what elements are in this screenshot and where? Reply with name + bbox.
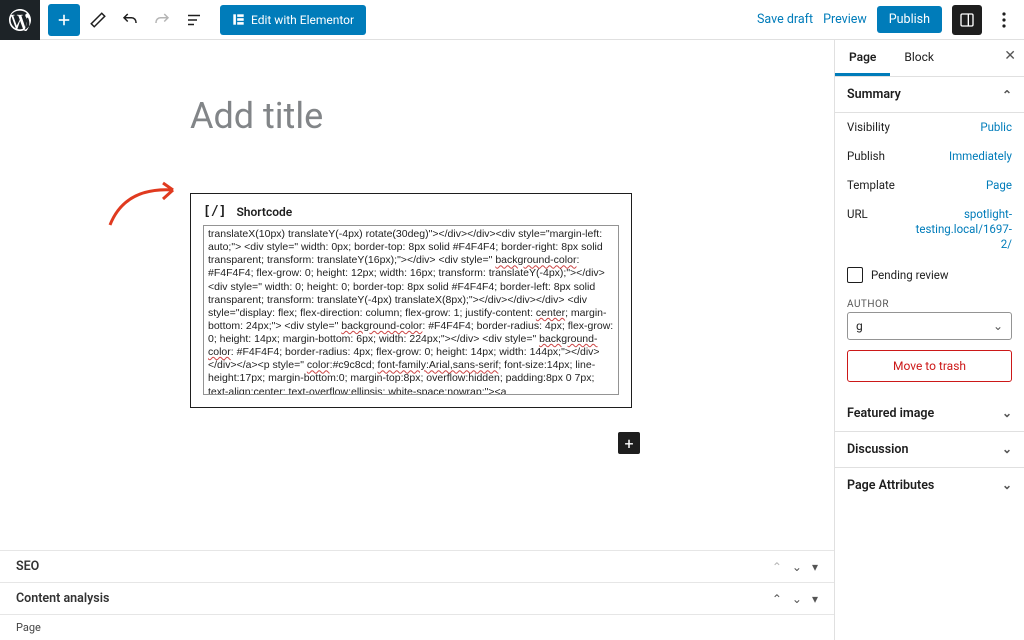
chevron-down-icon: ⌄ (1002, 442, 1012, 456)
edit-tool-icon[interactable] (84, 6, 112, 34)
template-label: Template (847, 178, 895, 193)
chevron-down-icon: ⌄ (1002, 406, 1012, 420)
pending-review-checkbox[interactable] (847, 267, 863, 283)
chevron-down-icon[interactable]: ⌄ (792, 592, 802, 606)
elementor-button-label: Edit with Elementor (251, 13, 354, 27)
pending-review-label: Pending review (871, 268, 949, 282)
undo-icon[interactable] (116, 6, 144, 34)
pending-review-row: Pending review (835, 259, 1024, 293)
seo-panel-header[interactable]: SEO ⌃ ⌄ ▾ (0, 550, 834, 582)
document-outline-icon[interactable] (180, 6, 208, 34)
visibility-row: Visibility Public (835, 113, 1024, 142)
shortcode-block-header: [/] Shortcode (203, 204, 619, 219)
add-block-inline-button[interactable]: + (618, 432, 640, 454)
settings-sidebar: Page Block ✕ Summary ⌃ Visibility Public… (834, 40, 1024, 640)
content-analysis-label: Content analysis (16, 591, 109, 606)
publish-label: Publish (847, 149, 885, 164)
publish-row: Publish Immediately (835, 142, 1024, 171)
wordpress-logo[interactable] (0, 0, 40, 40)
block-breadcrumb[interactable]: Page (0, 614, 834, 640)
summary-label: Summary (847, 87, 901, 102)
sidebar-tabs: Page Block ✕ (835, 40, 1024, 77)
close-sidebar-icon[interactable]: ✕ (1004, 48, 1016, 64)
template-row: Template Page (835, 171, 1024, 200)
author-select-value: g (856, 319, 863, 333)
seo-panel-label: SEO (16, 559, 39, 574)
attributes-label: Page Attributes (847, 478, 934, 493)
toolbar-right: Save draft Preview Publish (757, 5, 1024, 35)
featured-image-label: Featured image (847, 406, 934, 421)
summary-section-header[interactable]: Summary ⌃ (835, 77, 1024, 113)
chevron-up-icon: ⌃ (1002, 88, 1012, 102)
toolbar-left: Edit with Elementor (0, 0, 366, 39)
content-analysis-panel-header[interactable]: Content analysis ⌃ ⌄ ▾ (0, 582, 834, 614)
editor-body: Add title [/] Shortcode translateX(10px)… (0, 40, 1024, 640)
caret-down-icon[interactable]: ▾ (812, 560, 818, 574)
save-draft-button[interactable]: Save draft (757, 12, 813, 27)
visibility-value[interactable]: Public (980, 120, 1012, 135)
chevron-down-icon: ⌄ (1002, 478, 1012, 492)
shortcode-label: Shortcode (236, 205, 292, 219)
url-label: URL (847, 207, 868, 252)
attributes-section[interactable]: Page Attributes ⌄ (835, 468, 1024, 503)
move-to-trash-button[interactable]: Move to trash (847, 350, 1012, 382)
shortcode-icon: [/] (203, 204, 226, 219)
top-toolbar: Edit with Elementor Save draft Preview P… (0, 0, 1024, 40)
chevron-up-icon[interactable]: ⌃ (772, 592, 782, 606)
settings-panel-toggle[interactable] (952, 5, 982, 35)
tab-block[interactable]: Block (890, 40, 948, 76)
options-menu-icon[interactable] (992, 5, 1016, 35)
shortcode-block[interactable]: [/] Shortcode translateX(10px) translate… (190, 193, 632, 408)
chevron-up-icon: ⌃ (772, 560, 782, 574)
editor-canvas: Add title [/] Shortcode translateX(10px)… (0, 40, 834, 640)
discussion-label: Discussion (847, 442, 908, 457)
template-value[interactable]: Page (986, 178, 1012, 193)
url-row: URL spotlight-testing.local/1697-2/ (835, 200, 1024, 259)
edit-with-elementor-button[interactable]: Edit with Elementor (220, 5, 366, 35)
bottom-panels: SEO ⌃ ⌄ ▾ Content analysis ⌃ ⌄ ▾ Page (0, 550, 834, 640)
caret-down-icon[interactable]: ▾ (812, 592, 818, 606)
publish-button[interactable]: Publish (877, 6, 942, 33)
featured-image-section[interactable]: Featured image ⌄ (835, 396, 1024, 432)
publish-value[interactable]: Immediately (949, 149, 1012, 164)
discussion-section[interactable]: Discussion ⌄ (835, 432, 1024, 468)
shortcode-textarea[interactable]: translateX(10px) translateY(-4px) rotate… (203, 225, 619, 395)
page-title-input[interactable]: Add title (190, 95, 323, 137)
chevron-down-icon[interactable]: ⌄ (792, 560, 802, 574)
visibility-label: Visibility (847, 120, 890, 135)
add-block-button[interactable] (48, 4, 80, 36)
url-value[interactable]: spotlight-testing.local/1697-2/ (912, 207, 1012, 252)
annotation-arrow (105, 175, 185, 230)
redo-icon (148, 6, 176, 34)
author-select[interactable]: g ⌄ (847, 312, 1012, 340)
chevron-down-icon: ⌄ (993, 319, 1003, 333)
preview-button[interactable]: Preview (823, 12, 867, 27)
tab-page[interactable]: Page (835, 40, 890, 76)
author-section-label: AUTHOR (835, 293, 1024, 312)
